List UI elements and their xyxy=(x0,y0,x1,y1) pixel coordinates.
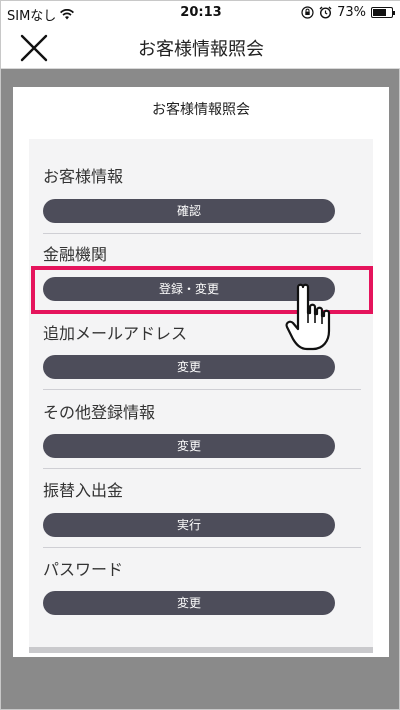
divider xyxy=(43,468,361,469)
battery-level xyxy=(373,9,387,16)
change-password-button[interactable]: 変更 xyxy=(43,591,335,615)
confirm-button[interactable]: 確認 xyxy=(43,199,335,223)
card-title: お客様情報照会 xyxy=(152,102,250,118)
page-title: お客様情報照会 xyxy=(138,39,264,60)
orientation-lock-icon xyxy=(301,6,314,19)
section-label-transfer: 振替入出金 xyxy=(43,481,124,500)
pointing-hand-icon xyxy=(285,283,331,351)
battery-percent: 73% xyxy=(337,5,366,20)
alarm-icon xyxy=(319,6,332,19)
status-right: 73% xyxy=(301,5,395,20)
info-card: お客様情報照会 お客様情報 確認 金融機関 登録・変更 追加メールアドレス 変更… xyxy=(13,87,389,657)
nav-bar: お客様情報照会 xyxy=(1,25,400,69)
divider xyxy=(43,547,361,548)
divider xyxy=(43,389,361,390)
execute-button[interactable]: 実行 xyxy=(43,513,335,537)
menu-panel: お客様情報 確認 金融機関 登録・変更 追加メールアドレス 変更 その他登録情報… xyxy=(29,139,373,653)
divider xyxy=(43,233,361,234)
screen: SIMなし 20:13 73% お客様情報照会 お客様情報照会 お客様情報 確認… xyxy=(0,0,400,710)
battery-icon xyxy=(371,7,395,18)
status-bar: SIMなし 20:13 73% xyxy=(1,1,400,25)
section-label-bank: 金融機関 xyxy=(43,245,108,264)
change-email-button[interactable]: 変更 xyxy=(43,355,335,379)
section-label-customer-info: お客様情報 xyxy=(43,167,124,186)
section-label-other-info: その他登録情報 xyxy=(43,403,156,422)
change-other-info-button[interactable]: 変更 xyxy=(43,434,335,458)
section-label-password: パスワード xyxy=(43,560,124,579)
